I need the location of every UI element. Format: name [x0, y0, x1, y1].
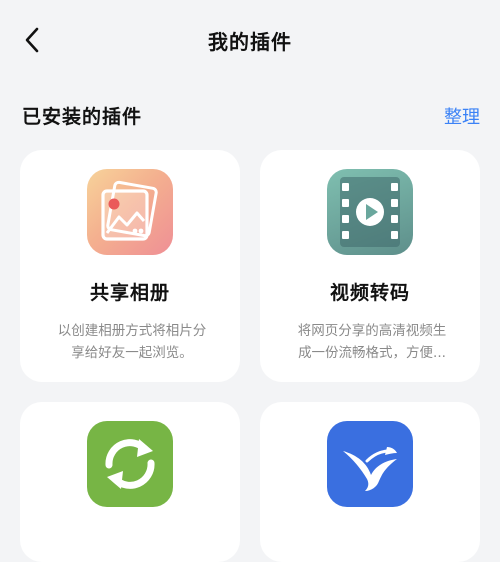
- plugin-description-line: 成一份流畅格式，方便...: [298, 345, 446, 361]
- plugin-title: 视频转码: [329, 282, 410, 304]
- plugin-description-line: 以创建相册方式将相片分: [57, 323, 207, 339]
- manage-button[interactable]: 整理: [444, 103, 480, 129]
- plugin-title: 共享相册: [89, 282, 170, 304]
- plugin-description-line: 享给好友一起浏览。: [71, 345, 193, 361]
- plugin-card-sync[interactable]: [20, 402, 240, 562]
- sync-icon: [87, 421, 173, 507]
- video-transcode-icon: [327, 169, 413, 255]
- photo-album-icon: [87, 169, 173, 255]
- plugin-description: 以创建相册方式将相片分 享给好友一起浏览。: [44, 320, 220, 364]
- plugin-card-shared-album[interactable]: 共享相册 以创建相册方式将相片分 享给好友一起浏览。: [20, 150, 240, 382]
- page-title: 我的插件: [208, 30, 292, 54]
- section-title: 已安装的插件: [22, 106, 143, 128]
- plugin-card-video-transcode[interactable]: 视频转码 将网页分享的高清视频生 成一份流畅格式，方便...: [260, 150, 480, 382]
- plugin-card-bird[interactable]: [260, 402, 480, 562]
- bird-icon: [327, 421, 413, 507]
- plugin-description-line: 将网页分享的高清视频生: [297, 323, 447, 339]
- top-bar: 我的插件: [0, 0, 500, 80]
- plugin-description: 将网页分享的高清视频生 成一份流畅格式，方便...: [284, 320, 460, 364]
